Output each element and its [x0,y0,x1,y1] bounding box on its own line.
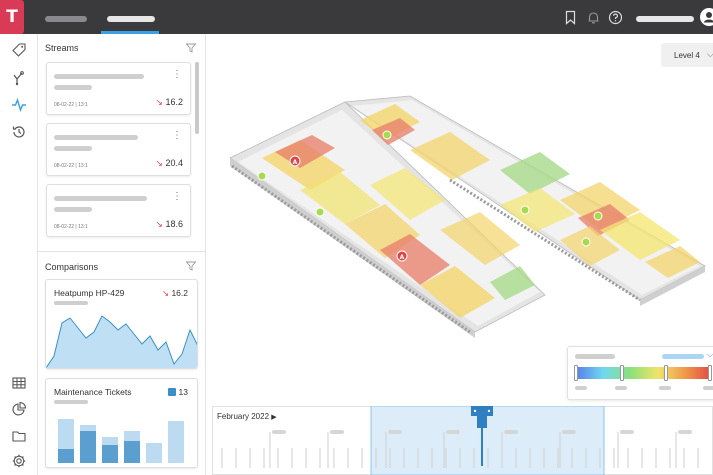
settings-icon[interactable] [11,453,27,469]
stream-card-value: ↘ 18.6 [155,219,183,229]
bell-icon[interactable] [586,10,601,25]
tab-two[interactable] [107,16,155,22]
color-scale-legend: ⌵ [567,346,713,400]
chevron-down-icon[interactable]: ⌵ [707,350,713,360]
legend-tick-placeholder [615,386,627,390]
top-bar: T [0,0,713,34]
comparison-card-value: ↘ 16.2 [161,288,188,298]
ticket-icon [168,388,177,396]
comparison-card-name: Heatpump HP-429 [54,288,125,298]
kebab-menu-icon[interactable]: ⋮ [172,191,182,202]
bookmark-icon[interactable] [563,10,578,25]
legend-tick-placeholder [703,386,713,390]
stream-card-date: 08-02-22 | 13:1 [54,102,88,108]
legend-handle[interactable] [664,365,668,381]
tag-icon[interactable] [11,42,27,58]
app-logo[interactable]: T [0,0,24,34]
stream-card-value: ↘ 20.4 [155,158,183,168]
stream-card-title-placeholder [54,74,144,79]
svg-text:A: A [293,159,298,166]
branch-icon[interactable] [11,70,27,86]
streams-title: Streams [45,43,79,53]
color-gradient-bar [576,367,712,379]
stream-card-title-placeholder [54,135,138,140]
kebab-menu-icon[interactable]: ⋮ [172,130,182,141]
stream-card-subtitle-placeholder [54,146,92,151]
stream-card-value: ↘ 16.2 [155,97,183,107]
kebab-menu-icon[interactable]: ⋮ [172,69,182,80]
left-rail [0,34,38,475]
legend-title-placeholder [575,354,615,359]
legend-handle[interactable] [574,365,578,381]
alert-marker-icon[interactable]: A [289,155,301,167]
stream-card-subtitle-placeholder [54,85,92,90]
pie-chart-icon[interactable] [11,401,27,417]
comparisons-title: Comparisons [45,262,99,272]
legend-selector[interactable] [662,354,704,359]
legend-tick-placeholder [575,386,587,390]
tab-one[interactable] [45,16,87,22]
trend-down-icon: ↘ [155,97,163,107]
trend-down-icon: ↘ [155,219,163,229]
folder-icon[interactable] [11,428,27,444]
stream-card-subtitle-placeholder [54,207,92,212]
filter-icon[interactable] [186,43,196,53]
stream-card[interactable]: ⋮ 08-02-22 | 13:1 ↘ 20.4 [46,123,191,176]
help-icon[interactable] [608,10,623,25]
stream-card-title-placeholder [54,196,147,201]
user-avatar-icon[interactable] [700,8,713,26]
alert-marker-icon[interactable]: A [396,250,408,262]
stream-card[interactable]: ⋮ 08-02-22 | 13:1 ↘ 16.2 [46,62,191,115]
trend-down-icon: ↘ [155,158,163,168]
comparison-card-subtitle-placeholder [54,301,88,305]
comparison-card[interactable]: Maintenance Tickets 13 [45,378,198,468]
comparison-card-value: 13 [168,387,188,397]
history-icon[interactable] [11,124,27,140]
filter-icon[interactable] [186,261,196,271]
stream-card[interactable]: ⋮ 08-02-22 | 13:1 ↘ 18.6 [46,184,191,237]
stream-card-date: 08-02-22 | 13:1 [54,224,88,230]
comparison-card-name: Maintenance Tickets [54,387,132,397]
legend-tick-placeholder [659,386,671,390]
legend-handle[interactable] [620,365,624,381]
svg-text:A: A [400,254,405,261]
activity-icon[interactable] [11,97,27,113]
user-name[interactable] [636,16,694,22]
trend-down-icon: ↘ [161,288,170,298]
tickets-bar-chart [58,419,184,463]
table-icon[interactable] [11,375,27,391]
timeline-track[interactable] [212,406,713,475]
streams-scrollbar[interactable] [195,62,199,134]
comparison-card[interactable]: Heatpump HP-429 ↘ 16.2 [45,279,198,369]
stream-card-date: 08-02-22 | 13:1 [54,163,88,169]
legend-handle[interactable] [708,365,712,381]
comparison-card-subtitle-placeholder [54,400,88,404]
sparkline-area-chart [46,315,197,368]
